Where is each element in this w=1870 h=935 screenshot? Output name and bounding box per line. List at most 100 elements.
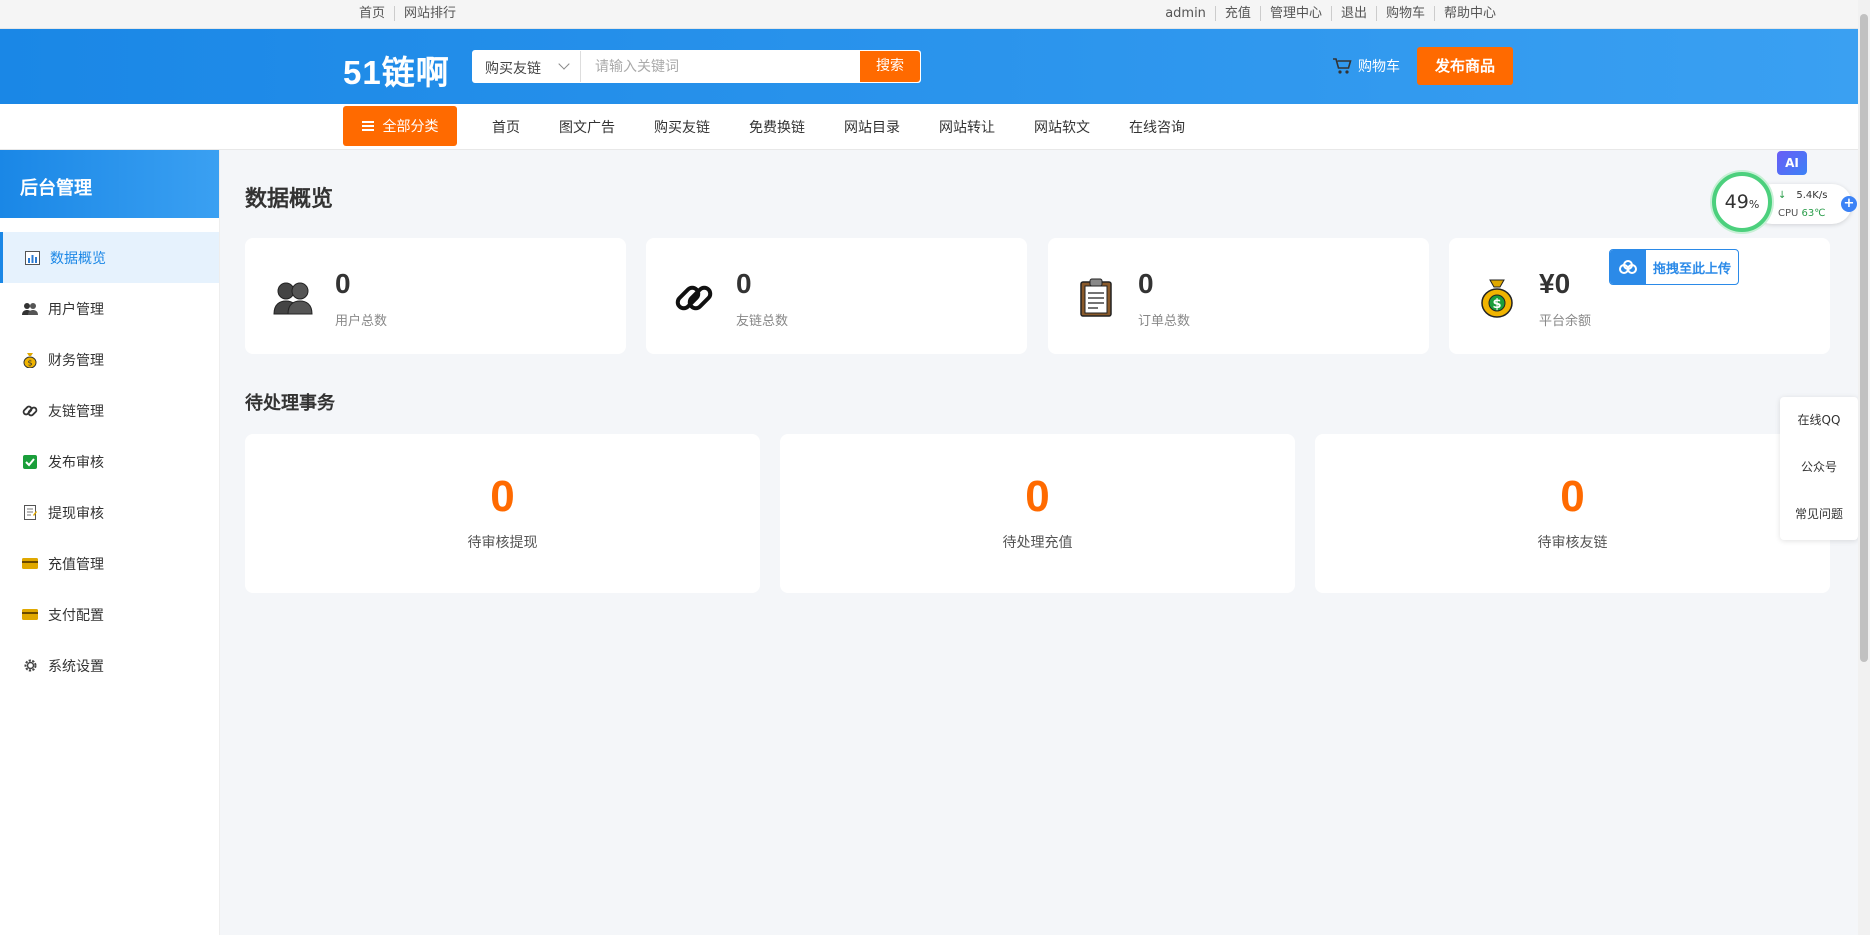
nav-item-site-directory[interactable]: 网站目录 (844, 117, 900, 137)
cpu-temp-value: 63℃ (1801, 208, 1826, 219)
link-icon (22, 403, 38, 419)
cloud-icon (1610, 250, 1646, 284)
page-title: 数据概览 (245, 187, 334, 212)
sidebar-menu: 数据概览 用户管理 $ 财务管理 友链管理 发布审核 提现审核 充值管理 支付配… (0, 232, 219, 691)
sidebar-item-label: 友链管理 (48, 403, 104, 420)
nav-item-image-ads[interactable]: 图文广告 (559, 117, 615, 137)
float-online-qq[interactable]: 在线QQ (1780, 397, 1858, 444)
stat-card-orders: 0 订单总数 (1048, 238, 1429, 354)
hamburger-icon (361, 121, 374, 131)
svg-text:$: $ (27, 358, 32, 367)
nav-item-buy-links[interactable]: 购买友链 (654, 117, 710, 137)
publish-product-button[interactable]: 发布商品 (1417, 47, 1513, 85)
topbar-left-links: 首页 网站排行 (350, 6, 465, 21)
sidebar-item-withdraw-review[interactable]: 提现审核 (0, 487, 219, 538)
site-logo[interactable]: 51链啊 (343, 46, 450, 94)
pending-card-recharge[interactable]: 0 待处理充值 (780, 434, 1295, 593)
main-nav: 全部分类 首页 图文广告 购买友链 免费换链 网站目录 网站转让 网站软文 在线… (0, 104, 1870, 150)
stat-value: 0 (736, 268, 752, 299)
cpu-label: CPU (1778, 208, 1799, 219)
topbar-right-links: admin 充值 管理中心 退出 购物车 帮助中心 (1156, 6, 1505, 21)
float-wechat-official[interactable]: 公众号 (1780, 444, 1858, 491)
nav-item-free-exchange[interactable]: 免费换链 (749, 117, 805, 137)
sidebar-item-label: 支付配置 (48, 607, 104, 624)
stat-value: 0 (1138, 268, 1154, 299)
cart-label: 购物车 (1358, 59, 1400, 75)
float-faq[interactable]: 常见问题 (1780, 491, 1858, 538)
sidebar-item-recharge-management[interactable]: 充值管理 (0, 538, 219, 589)
net-speed-value: 5.4K/s (1796, 190, 1828, 201)
topbar-link-help[interactable]: 帮助中心 (1433, 6, 1505, 21)
topbar-link-ranking[interactable]: 网站排行 (394, 6, 465, 21)
topbar-link-home[interactable]: 首页 (350, 6, 394, 21)
sidebar-item-data-overview[interactable]: 数据概览 (0, 232, 219, 283)
sidebar-item-label: 数据概览 (50, 250, 106, 267)
nav-item-site-articles[interactable]: 网站软文 (1034, 117, 1090, 137)
sidebar-item-user-management[interactable]: 用户管理 (0, 283, 219, 334)
bar-chart-icon (24, 250, 40, 266)
pending-card-links[interactable]: 0 待审核友链 (1315, 434, 1830, 593)
nav-item-home[interactable]: 首页 (492, 117, 520, 137)
nav-links: 首页 图文广告 购买友链 免费换链 网站目录 网站转让 网站软文 在线咨询 (492, 117, 1224, 137)
sidebar-item-label: 系统设置 (48, 658, 104, 675)
page-scrollbar[interactable] (1858, 0, 1870, 935)
drag-upload-button[interactable]: 拖拽至此上传 (1609, 249, 1739, 285)
sidebar-title: 后台管理 (0, 150, 219, 218)
sidebar-item-label: 财务管理 (48, 352, 104, 369)
plus-icon[interactable]: + (1841, 196, 1857, 212)
money-bag-icon: $ (22, 352, 38, 368)
chevron-down-icon (558, 58, 570, 70)
all-categories-label: 全部分类 (382, 119, 439, 135)
site-header: 51链啊 购买友链 搜索 购物车 发布商品 (0, 29, 1870, 104)
sidebar-item-label: 发布审核 (48, 454, 104, 471)
cart-link[interactable]: 购物车 (1332, 56, 1400, 76)
all-categories-button[interactable]: 全部分类 (343, 106, 457, 146)
cpu-percent-unit: % (1748, 198, 1760, 211)
search-button[interactable]: 搜索 (860, 51, 920, 82)
cpu-percent: 49 (1724, 191, 1749, 213)
pending-section-title: 待处理事务 (245, 393, 335, 414)
sidebar-item-payment-config[interactable]: 支付配置 (0, 589, 219, 640)
cpu-usage-ring: 49% (1712, 172, 1772, 232)
search-bar: 购买友链 搜索 (472, 50, 921, 83)
link-icon (675, 285, 713, 311)
scrollbar-thumb[interactable] (1860, 14, 1868, 662)
stat-card-links: 0 友链总数 (646, 238, 1027, 354)
stat-label: 订单总数 (1138, 314, 1191, 329)
sidebar-item-system-settings[interactable]: 系统设置 (0, 640, 219, 691)
arrow-down-icon: ↓ (1778, 190, 1787, 201)
memo-icon (22, 505, 38, 521)
money-bag-icon: $ (1481, 279, 1513, 318)
pending-label: 待处理充值 (1002, 535, 1073, 551)
top-utility-bar: 首页 网站排行 admin 充值 管理中心 退出 购物车 帮助中心 (0, 0, 1870, 29)
credit-card-icon (22, 607, 38, 623)
floating-service-panel: 在线QQ 公众号 常见问题 (1780, 397, 1858, 540)
nav-item-online-consult[interactable]: 在线咨询 (1129, 117, 1185, 137)
topbar-link-admin-center[interactable]: 管理中心 (1259, 6, 1331, 21)
topbar-link-admin[interactable]: admin (1156, 6, 1215, 21)
stat-card-users: 0 用户总数 (245, 238, 626, 354)
system-monitor-widget[interactable]: 49% ↓ 5.4K/s CPU 63℃ + (1712, 172, 1857, 236)
upload-label: 拖拽至此上传 (1653, 261, 1732, 277)
svg-text:$: $ (1492, 297, 1501, 312)
check-box-icon (22, 454, 38, 470)
nav-item-site-transfer[interactable]: 网站转让 (939, 117, 995, 137)
users-icon (273, 282, 313, 315)
pending-label: 待审核友链 (1537, 535, 1608, 551)
sidebar-item-finance[interactable]: $ 财务管理 (0, 334, 219, 385)
stat-label: 友链总数 (736, 314, 789, 329)
topbar-link-logout[interactable]: 退出 (1330, 6, 1376, 21)
net-speed: ↓ 5.4K/s (1778, 190, 1827, 201)
cpu-temp: CPU 63℃ (1778, 208, 1826, 219)
sidebar-item-link-management[interactable]: 友链管理 (0, 385, 219, 436)
search-input[interactable] (583, 51, 853, 82)
topbar-link-cart[interactable]: 购物车 (1375, 6, 1434, 21)
admin-sidebar: 后台管理 数据概览 用户管理 $ 财务管理 友链管理 发布审核 提现审核 充值管… (0, 150, 220, 935)
topbar-link-recharge[interactable]: 充值 (1214, 6, 1260, 21)
stat-value: ¥0 (1539, 268, 1571, 299)
stat-value: 0 (335, 268, 351, 299)
search-category-select[interactable]: 购买友链 (473, 51, 581, 82)
cart-icon (1333, 58, 1352, 74)
pending-card-withdraw[interactable]: 0 待审核提现 (245, 434, 760, 593)
sidebar-item-publish-review[interactable]: 发布审核 (0, 436, 219, 487)
